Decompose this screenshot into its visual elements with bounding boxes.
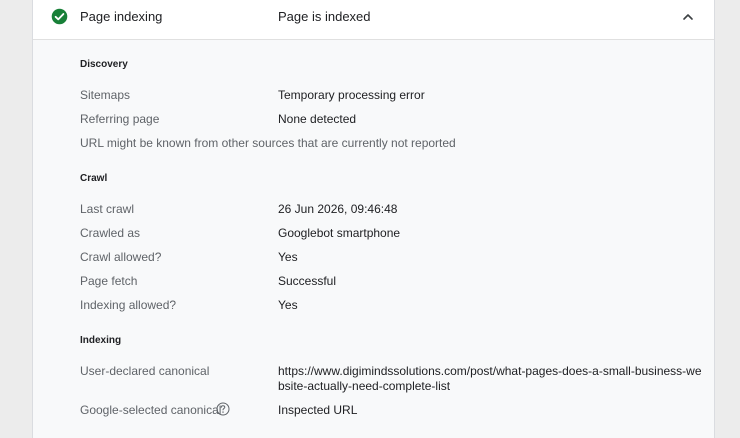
- chevron-up-icon[interactable]: [679, 9, 697, 25]
- indexing-allowed-label: Indexing allowed?: [80, 298, 177, 312]
- page-indexing-panel: Page indexing Page is indexed Discovery …: [32, 0, 715, 438]
- discovery-note: URL might be known from other sources th…: [80, 136, 456, 150]
- google-selected-canonical-label: Google-selected canonical: [80, 403, 222, 417]
- sitemaps-label: Sitemaps: [80, 88, 131, 102]
- page-fetch-label: Page fetch: [80, 274, 138, 288]
- google-selected-canonical-value: Inspected URL: [278, 403, 358, 417]
- page-fetch-value: Successful: [278, 274, 337, 288]
- page-indexing-status: Page is indexed: [278, 9, 371, 24]
- crawl-section-title: Crawl: [80, 173, 108, 184]
- discovery-section-title: Discovery: [80, 59, 128, 70]
- sitemaps-value: Temporary processing error: [278, 88, 425, 102]
- crawl-allowed-label: Crawl allowed?: [80, 250, 162, 264]
- referring-page-value: None detected: [278, 112, 357, 126]
- help-circle-icon[interactable]: [216, 402, 230, 416]
- page-indexing-header[interactable]: Page indexing Page is indexed: [33, 0, 714, 40]
- crawled-as-value: Googlebot smartphone: [278, 226, 401, 240]
- page-indexing-title: Page indexing: [80, 9, 163, 24]
- last-crawl-label: Last crawl: [80, 202, 135, 216]
- crawled-as-label: Crawled as: [80, 226, 141, 240]
- last-crawl-value: 26 Jun 2026, 09:46:48: [278, 202, 398, 216]
- indexing-allowed-value: Yes: [278, 298, 298, 312]
- crawl-allowed-value: Yes: [278, 250, 298, 264]
- check-circle-icon: [51, 8, 68, 25]
- user-declared-canonical-value: https://www.digimindssolutions.com/post/…: [278, 364, 702, 393]
- user-declared-canonical-label: User-declared canonical: [80, 364, 210, 378]
- referring-page-label: Referring page: [80, 112, 160, 126]
- indexing-section-title: Indexing: [80, 335, 122, 346]
